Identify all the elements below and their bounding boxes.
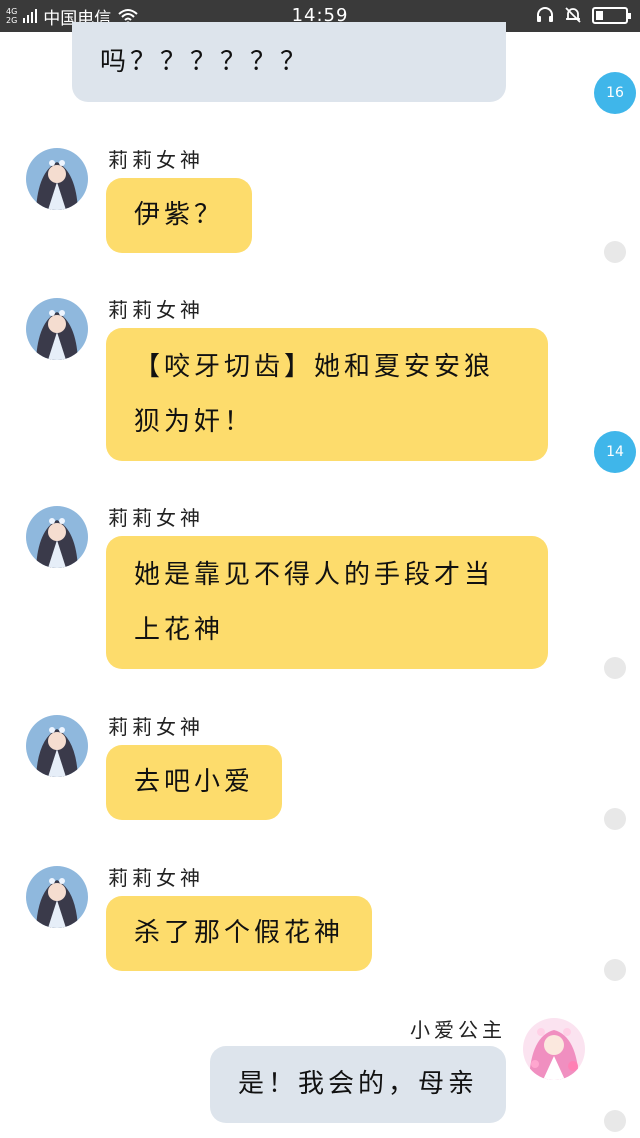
message-line: 【咬牙切齿】她和夏安安狼 [134, 352, 495, 382]
avatar-lili[interactable] [26, 298, 88, 360]
unread-badge-1[interactable]: 16 [594, 72, 636, 114]
badge-count: 14 [606, 444, 624, 460]
message-bubble-2[interactable]: 伊紫？ [106, 178, 253, 253]
read-status-dot [604, 959, 626, 981]
badge-count: 16 [606, 85, 624, 101]
unread-badge-2[interactable]: 14 [594, 431, 636, 473]
avatar-lili[interactable] [26, 148, 88, 210]
message-bubble-7[interactable]: 是！我会的，母亲 [210, 1046, 506, 1123]
sender-name: 莉莉女神 [108, 866, 204, 890]
message-line: 她是靠见不得人的手段才当 [134, 560, 495, 590]
message-bubble-6[interactable]: 杀了那个假花神 [106, 896, 373, 971]
message-line: 狈为奸！ [134, 407, 255, 437]
message-bubble-5[interactable]: 去吧小爱 [106, 745, 283, 820]
avatar-lili-image [26, 298, 88, 360]
sender-name-self: 小爱公主 [410, 1018, 506, 1042]
message-text: 吗？？？？？？ [100, 47, 311, 77]
message-bubble-4[interactable]: 她是靠见不得人的手段才当 上花神 [106, 536, 548, 669]
avatar-lili[interactable] [26, 715, 88, 777]
bell-off-icon [565, 7, 581, 23]
sender-name: 莉莉女神 [108, 506, 204, 530]
avatar-lili-image [26, 148, 88, 210]
avatar-lili-image [26, 506, 88, 568]
headset-icon [537, 7, 553, 22]
message-bubble-1[interactable]: 吗？？？？？？ [72, 22, 506, 102]
status-right [536, 6, 631, 24]
message-text: 伊紫？ [134, 200, 225, 230]
message-text: 是！我会的，母亲 [238, 1069, 479, 1099]
message-bubble-3[interactable]: 【咬牙切齿】她和夏安安狼 狈为奸！ [106, 328, 548, 461]
read-status-dot [604, 1110, 626, 1132]
sender-name: 莉莉女神 [108, 148, 204, 172]
message-line: 上花神 [134, 615, 225, 645]
avatar-xiaoai[interactable] [523, 1018, 585, 1080]
battery-level [596, 10, 603, 20]
avatar-lili[interactable] [26, 506, 88, 568]
read-status-dot [604, 808, 626, 830]
battery-icon [592, 6, 631, 24]
message-text: 去吧小爱 [134, 767, 255, 797]
sender-name: 莉莉女神 [108, 715, 204, 739]
avatar-lili[interactable] [26, 866, 88, 928]
avatar-lili-image [26, 715, 88, 777]
message-text: 杀了那个假花神 [134, 918, 345, 948]
avatar-lili-image [26, 866, 88, 928]
sender-name: 莉莉女神 [108, 298, 204, 322]
avatar-xiaoai-image [523, 1018, 585, 1080]
read-status-dot [604, 657, 626, 679]
read-status-dot [604, 241, 626, 263]
